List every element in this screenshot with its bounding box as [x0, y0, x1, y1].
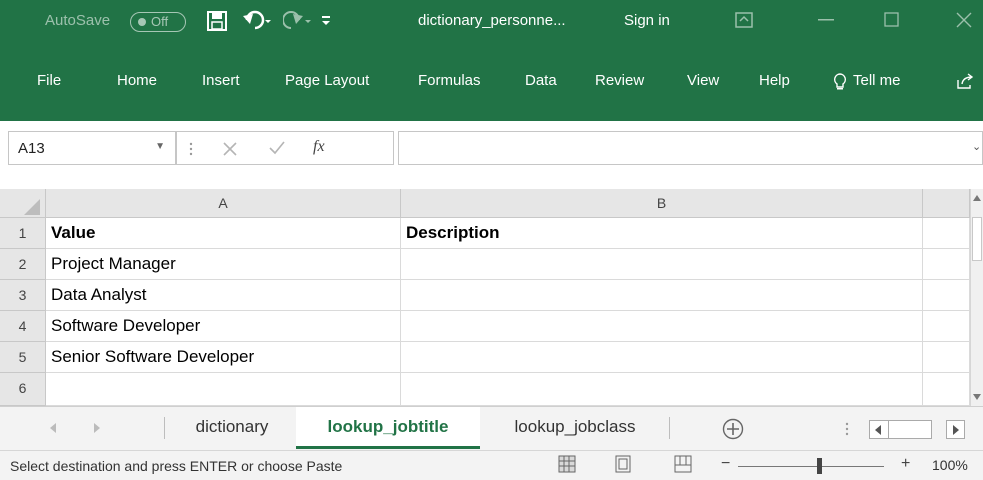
tab-data[interactable]: Data	[525, 72, 557, 89]
cancel-icon[interactable]	[223, 142, 237, 156]
sheet-tab-lookup-jobclass[interactable]: lookup_jobclass	[480, 407, 670, 449]
customize-toolbar-icon[interactable]	[320, 14, 332, 28]
share-icon[interactable]	[956, 72, 974, 90]
maximize-icon[interactable]	[884, 12, 899, 27]
scroll-up-icon[interactable]	[973, 195, 981, 201]
cell-a2[interactable]: Project Manager	[46, 249, 401, 280]
file-title: dictionary_personne...	[418, 12, 566, 29]
tab-file[interactable]: File	[37, 72, 61, 89]
cell-c6[interactable]	[923, 373, 970, 406]
cell-a4[interactable]: Software Developer	[46, 311, 401, 342]
ribbon-tabs: File Home Insert Page Layout Formulas Da…	[0, 72, 983, 102]
column-header-b[interactable]: B	[401, 189, 923, 218]
cell-b3[interactable]	[401, 280, 923, 311]
tab-scroll-right-icon[interactable]	[94, 423, 100, 433]
formula-bar: A13 ▼ fx ⌄	[0, 121, 983, 189]
autosave-toggle[interactable]: Off	[130, 12, 186, 32]
split-handle-icon[interactable]	[845, 421, 849, 437]
cell-c4[interactable]	[923, 311, 970, 342]
close-icon[interactable]	[956, 12, 972, 28]
horizontal-scrollbar[interactable]	[869, 420, 932, 439]
minimize-icon[interactable]	[818, 19, 834, 21]
column-header-a[interactable]: A	[46, 189, 401, 218]
cell-c1[interactable]	[923, 218, 970, 249]
select-all-corner[interactable]	[0, 189, 46, 218]
sheet-tab-bar: dictionary lookup_jobtitle lookup_jobcla…	[0, 406, 983, 450]
lightbulb-icon	[833, 73, 847, 90]
status-bar: Select destination and press ENTER or ch…	[0, 450, 983, 480]
formula-input[interactable]	[398, 131, 983, 165]
undo-icon[interactable]	[243, 10, 273, 32]
sheet-tab-lookup-jobtitle[interactable]: lookup_jobtitle	[296, 407, 480, 449]
zoom-in-button[interactable]: +	[901, 455, 910, 473]
column-header-c[interactable]	[923, 189, 970, 218]
tell-me-search[interactable]: Tell me	[853, 72, 901, 89]
cell-b1[interactable]: Description	[401, 218, 923, 249]
zoom-level[interactable]: 100%	[932, 457, 968, 473]
hscroll-thumb-edge	[888, 421, 889, 438]
cell-b5[interactable]	[401, 342, 923, 373]
tab-home[interactable]: Home	[117, 72, 157, 89]
ribbon-display-options-icon[interactable]	[735, 12, 753, 28]
page-break-preview-icon[interactable]	[674, 455, 692, 473]
row-header-5[interactable]: 5	[0, 342, 46, 373]
scroll-down-icon[interactable]	[973, 394, 981, 400]
title-bar: AutoSave Off dictionary_personne... Sign…	[0, 0, 983, 42]
select-all-icon	[24, 199, 40, 215]
tab-insert[interactable]: Insert	[202, 72, 240, 89]
save-icon[interactable]	[207, 11, 227, 31]
autosave-state: Off	[151, 14, 169, 29]
cell-a1[interactable]: Value	[46, 218, 401, 249]
page-layout-view-icon[interactable]	[614, 455, 632, 473]
add-sheet-icon[interactable]	[722, 418, 744, 440]
redo-icon[interactable]	[283, 10, 313, 32]
sheet-tab-dictionary[interactable]: dictionary	[168, 407, 296, 449]
expand-formula-bar-icon[interactable]: ⌄	[972, 140, 981, 153]
row-header-3[interactable]: 3	[0, 280, 46, 311]
ribbon: AutoSave Off dictionary_personne... Sign…	[0, 0, 983, 121]
tab-separator	[669, 417, 670, 439]
row-header-1[interactable]: 1	[0, 218, 46, 249]
hscroll-left-icon[interactable]	[875, 425, 881, 435]
cell-a5[interactable]: Senior Software Developer	[46, 342, 401, 373]
formula-tools: fx	[176, 131, 394, 165]
insert-function-icon[interactable]: fx	[313, 138, 325, 156]
tab-formulas[interactable]: Formulas	[418, 72, 481, 89]
tab-separator	[164, 417, 165, 439]
tab-scroll-left-icon[interactable]	[50, 423, 56, 433]
toggle-knob	[138, 18, 146, 26]
autosave-label: AutoSave	[45, 12, 111, 29]
vertical-scrollbar[interactable]	[970, 189, 983, 406]
hscroll-right-icon	[953, 425, 959, 435]
hscroll-right-button[interactable]	[946, 420, 965, 439]
normal-view-icon[interactable]	[558, 455, 576, 473]
tab-help[interactable]: Help	[759, 72, 790, 89]
zoom-out-button[interactable]: −	[721, 455, 730, 473]
enter-check-icon[interactable]	[269, 141, 285, 155]
cell-c2[interactable]	[923, 249, 970, 280]
drag-handle-icon[interactable]	[189, 141, 193, 157]
scroll-thumb[interactable]	[972, 217, 982, 261]
cell-b2[interactable]	[401, 249, 923, 280]
cell-a3[interactable]: Data Analyst	[46, 280, 401, 311]
name-box[interactable]: A13 ▼	[8, 131, 176, 165]
status-message: Select destination and press ENTER or ch…	[10, 458, 343, 474]
zoom-slider-thumb[interactable]	[817, 458, 822, 474]
row-header-4[interactable]: 4	[0, 311, 46, 342]
tab-review[interactable]: Review	[595, 72, 644, 89]
sign-in-link[interactable]: Sign in	[624, 12, 670, 29]
cell-a6[interactable]	[46, 373, 401, 406]
cell-c5[interactable]	[923, 342, 970, 373]
tab-page-layout[interactable]: Page Layout	[285, 72, 369, 89]
row-header-2[interactable]: 2	[0, 249, 46, 280]
name-box-value: A13	[18, 140, 45, 157]
zoom-slider-track[interactable]	[738, 466, 884, 467]
cell-b6[interactable]	[401, 373, 923, 406]
chevron-down-icon[interactable]: ▼	[155, 141, 165, 152]
worksheet-grid: A B 1 Value Description 2 Project Manage…	[0, 189, 983, 406]
tab-view[interactable]: View	[687, 72, 719, 89]
cell-b4[interactable]	[401, 311, 923, 342]
cell-c3[interactable]	[923, 280, 970, 311]
row-header-6[interactable]: 6	[0, 373, 46, 406]
